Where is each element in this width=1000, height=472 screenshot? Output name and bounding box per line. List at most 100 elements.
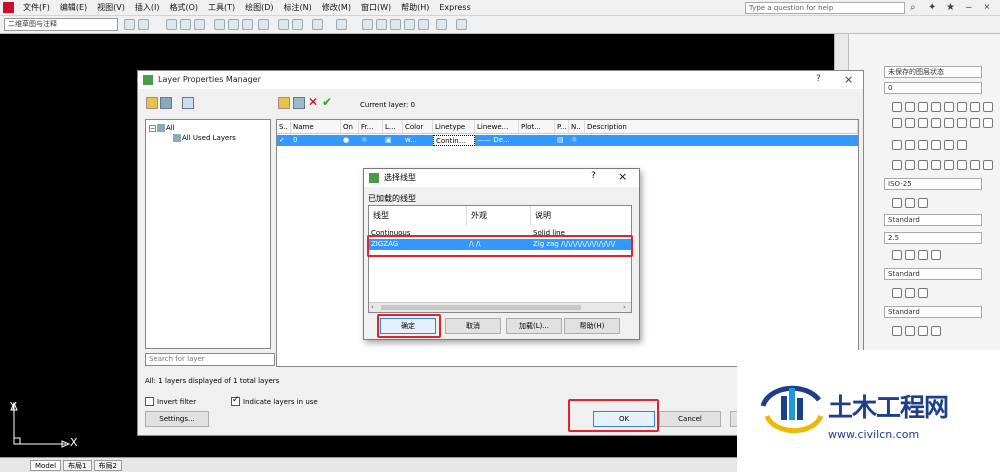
layer-color[interactable]: w... <box>403 135 433 146</box>
sld-load-button[interactable]: 加载(L)... <box>506 318 562 334</box>
menu-file[interactable]: 文件(F) <box>18 2 55 13</box>
sld-help-button[interactable]: 帮助(H) <box>564 318 620 334</box>
col-plot-style[interactable]: Plot... <box>519 120 555 133</box>
delete-layer-icon[interactable]: ✕ <box>308 95 318 109</box>
col-linetype[interactable]: Linetype <box>433 120 475 133</box>
layer-plot-printer-icon[interactable]: ▤ <box>555 135 569 146</box>
scroll-right-icon[interactable]: › <box>623 303 626 311</box>
pan-icon[interactable] <box>362 19 373 30</box>
col-plot[interactable]: P... <box>555 120 569 133</box>
layer-state-select[interactable]: 未保存的图层状态 <box>884 66 982 78</box>
match-properties-icon[interactable] <box>292 19 303 30</box>
close-icon[interactable]: × <box>984 2 990 13</box>
new-property-filter-icon[interactable] <box>146 97 158 109</box>
col-description[interactable]: Description <box>585 120 858 133</box>
linetype-list-scrollbar[interactable]: ‹ › <box>369 302 631 312</box>
layer-linetype-cell[interactable]: Contin... <box>433 135 475 146</box>
new-layer-vp-frozen-icon[interactable] <box>293 97 305 109</box>
col-appearance[interactable]: 外观 <box>467 206 531 226</box>
menu-format[interactable]: 格式(O) <box>164 2 203 13</box>
table-row[interactable]: ✓ 0 ● ☼ ▣ w... Contin... —— De... ▤ ☼ <box>277 135 858 146</box>
text-tools-row[interactable] <box>892 198 928 210</box>
layer-select[interactable]: 0 <box>884 82 982 94</box>
cut-icon[interactable] <box>278 19 289 30</box>
layer-states-icon[interactable] <box>182 97 194 109</box>
layer-on-bulb-icon[interactable]: ● <box>341 135 359 146</box>
col-lineweight[interactable]: Linewe... <box>475 120 519 133</box>
open-file-icon[interactable] <box>180 19 191 30</box>
minimize-icon[interactable]: – <box>966 2 972 13</box>
col-status[interactable]: S.. <box>277 120 291 133</box>
dimension-tools-row[interactable] <box>892 160 993 172</box>
text-height-select[interactable]: 2.5 <box>884 232 982 244</box>
menu-insert[interactable]: 插入(I) <box>130 2 165 13</box>
table-tools-row[interactable] <box>892 288 928 300</box>
dim-style-select[interactable]: ISO-25 <box>884 178 982 190</box>
leader-tools-row[interactable] <box>892 250 941 262</box>
help-icon[interactable] <box>456 19 467 30</box>
table-style-select[interactable]: Standard <box>884 306 982 318</box>
col-description[interactable]: 说明 <box>531 206 631 226</box>
favorites-icon[interactable]: ★ <box>946 2 955 13</box>
misc-tools-row[interactable] <box>892 326 941 338</box>
col-lock[interactable]: L... <box>383 120 403 133</box>
undo-icon[interactable] <box>312 19 323 30</box>
tab-layout1[interactable]: 布局1 <box>63 459 92 471</box>
tree-item-all-used-layers[interactable]: All Used Layers <box>182 134 236 142</box>
menu-tools[interactable]: 工具(T) <box>203 2 240 13</box>
multileader-style-select[interactable]: Standard <box>884 268 982 280</box>
workspace-settings-icon[interactable] <box>124 19 135 30</box>
menu-dimension[interactable]: 标注(N) <box>279 2 317 13</box>
scroll-thumb[interactable] <box>381 305 581 310</box>
layer-vp-freeze-icon[interactable]: ☼ <box>569 135 585 146</box>
search-icon[interactable]: ⌕ <box>910 2 916 13</box>
menu-express[interactable]: Express <box>434 3 475 12</box>
layer-lineweight[interactable]: —— De... <box>475 135 519 146</box>
properties-icon[interactable] <box>390 19 401 30</box>
modify-tools-row[interactable] <box>892 118 993 130</box>
invert-filter-checkbox[interactable] <box>145 397 154 406</box>
publish-icon[interactable] <box>242 19 253 30</box>
save-file-icon[interactable] <box>194 19 205 30</box>
design-center-icon[interactable] <box>404 19 415 30</box>
tool-palettes-icon[interactable] <box>418 19 429 30</box>
tree-item-all[interactable]: All <box>166 124 175 132</box>
print-icon[interactable] <box>214 19 225 30</box>
menu-draw[interactable]: 绘图(D) <box>240 2 278 13</box>
set-current-icon[interactable]: ✔ <box>322 95 332 109</box>
zoom-icon[interactable] <box>376 19 387 30</box>
draw-tools-row[interactable] <box>892 102 993 114</box>
col-on[interactable]: On <box>341 120 359 133</box>
new-file-icon[interactable] <box>166 19 177 30</box>
tab-layout2[interactable]: 布局2 <box>93 459 122 471</box>
menu-help[interactable]: 帮助(H) <box>396 2 434 13</box>
plot-preview-icon[interactable] <box>228 19 239 30</box>
col-name[interactable]: Name <box>291 120 341 133</box>
indicate-layers-checkbox[interactable] <box>231 395 240 406</box>
layer-freeze-sun-icon[interactable]: ☼ <box>359 135 383 146</box>
3d-dwf-icon[interactable] <box>258 19 269 30</box>
text-style-select[interactable]: Standard <box>884 214 982 226</box>
workspace-save-icon[interactable] <box>138 19 149 30</box>
menu-edit[interactable]: 编辑(E) <box>55 2 92 13</box>
menu-window[interactable]: 窗口(W) <box>356 2 396 13</box>
sld-close-icon[interactable]: × <box>618 170 627 183</box>
workspace-select[interactable]: 二维草图与注释 <box>4 18 118 31</box>
settings-button[interactable]: Settings... <box>145 411 209 427</box>
edit-tools-row[interactable] <box>892 140 967 152</box>
col-linetype-name[interactable]: 线型 <box>369 206 467 226</box>
redo-icon[interactable] <box>336 19 347 30</box>
menu-view[interactable]: 视图(V) <box>92 2 130 13</box>
col-color[interactable]: Color <box>403 120 433 133</box>
cancel-button[interactable]: Cancel <box>659 411 721 427</box>
comm-center-icon[interactable]: ✦ <box>928 2 936 13</box>
scroll-left-icon[interactable]: ‹ <box>371 303 374 311</box>
col-freeze[interactable]: Fr... <box>359 120 383 133</box>
help-search-input[interactable]: Type a question for help <box>745 2 905 14</box>
tree-expand-icon[interactable]: − <box>149 125 156 132</box>
layer-lock-icon[interactable]: ▣ <box>383 135 403 146</box>
search-layer-input[interactable]: Search for layer <box>145 353 275 366</box>
new-group-filter-icon[interactable] <box>160 97 172 109</box>
menu-modify[interactable]: 修改(M) <box>317 2 356 13</box>
sld-help-icon[interactable]: ? <box>591 171 596 181</box>
